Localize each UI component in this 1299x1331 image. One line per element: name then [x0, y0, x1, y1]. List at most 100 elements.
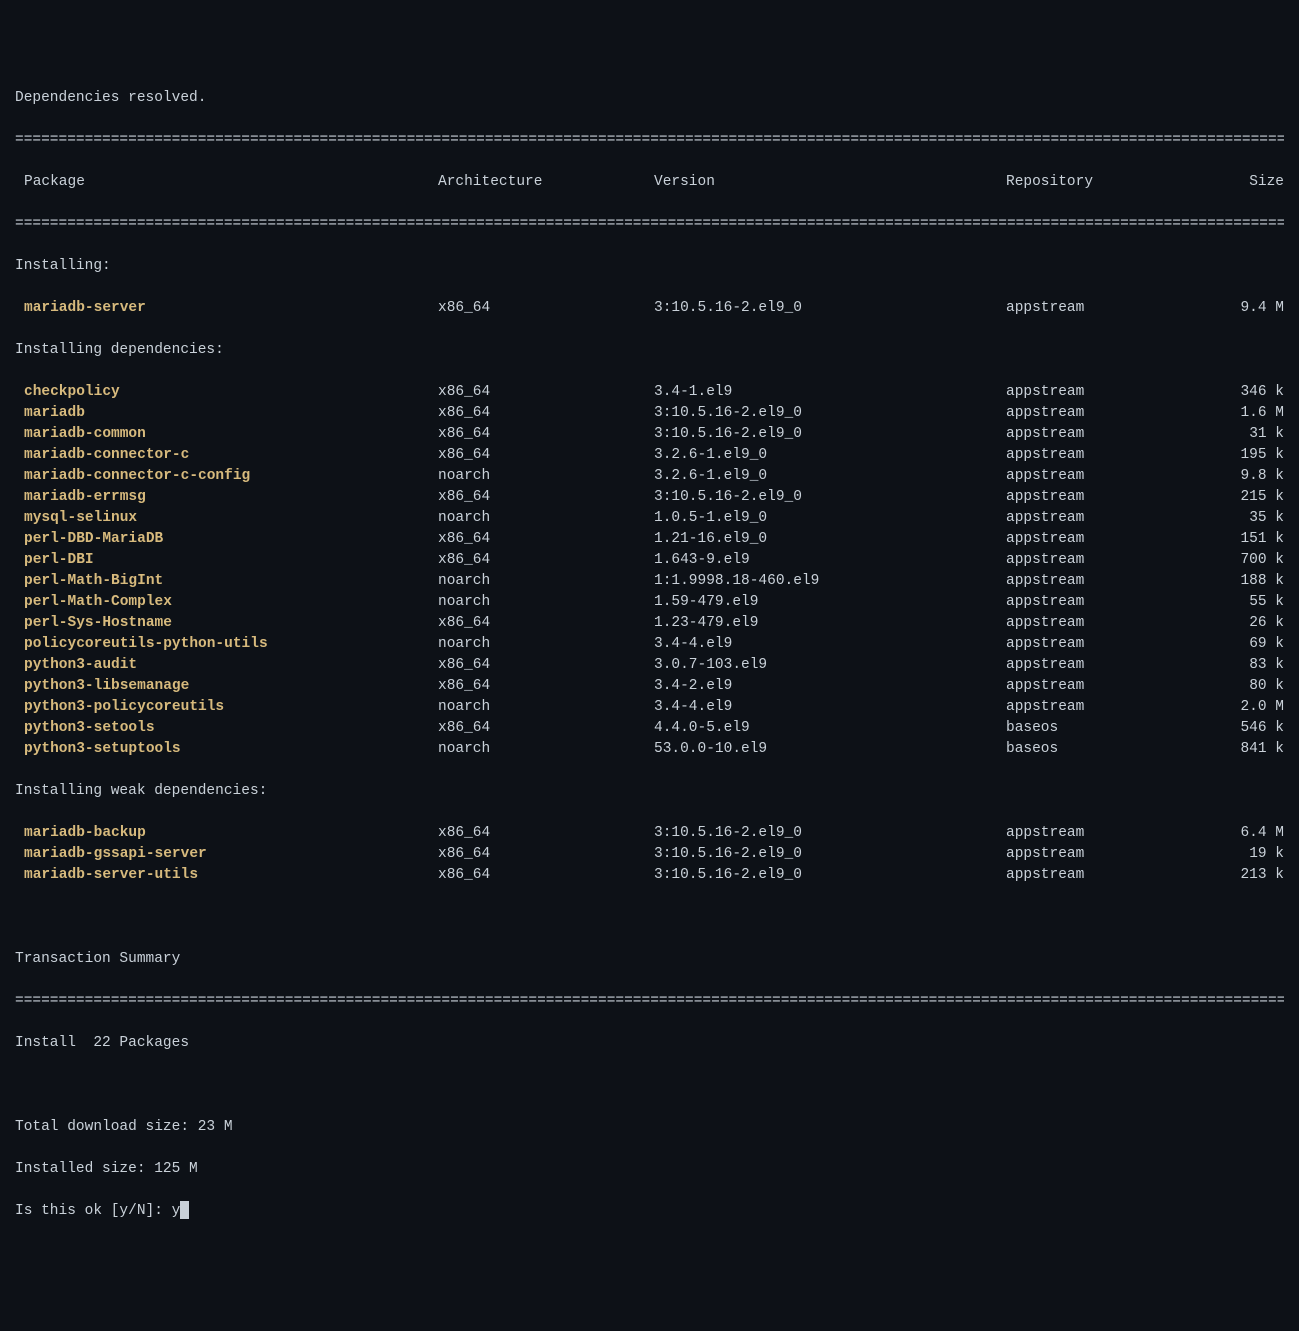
package-name: perl-DBD-MariaDB — [24, 531, 163, 547]
package-name: perl-Sys-Hostname — [24, 615, 172, 631]
package-name: mariadb-gssapi-server — [24, 846, 207, 862]
package-repo: appstream — [1006, 298, 1206, 319]
package-repo: appstream — [1006, 550, 1206, 571]
package-repo: appstream — [1006, 466, 1206, 487]
package-size: 546 k — [1206, 718, 1284, 739]
blank-line — [15, 907, 1284, 928]
package-name: mariadb-server — [24, 300, 146, 316]
package-name: perl-Math-Complex — [24, 594, 172, 610]
package-version: 1:1.9998.18-460.el9 — [654, 571, 1006, 592]
package-arch: x86_64 — [438, 445, 654, 466]
package-version: 3:10.5.16-2.el9_0 — [654, 298, 1006, 319]
package-size: 31 k — [1206, 424, 1284, 445]
package-repo: appstream — [1006, 634, 1206, 655]
package-version: 3.0.7-103.el9 — [654, 655, 1006, 676]
package-size: 55 k — [1206, 592, 1284, 613]
package-version: 4.4.0-5.el9 — [654, 718, 1006, 739]
section-installing-deps: Installing dependencies: — [15, 340, 1284, 361]
package-repo: baseos — [1006, 739, 1206, 760]
package-version: 3:10.5.16-2.el9_0 — [654, 424, 1006, 445]
package-name: mariadb-common — [24, 426, 146, 442]
package-version: 3.4-4.el9 — [654, 634, 1006, 655]
package-repo: appstream — [1006, 508, 1206, 529]
package-version: 1.643-9.el9 — [654, 550, 1006, 571]
package-row: mariadb x86_643:10.5.16-2.el9_0appstream1… — [15, 403, 1284, 424]
package-arch: noarch — [438, 592, 654, 613]
install-count: Install 22 Packages — [15, 1033, 1284, 1054]
package-repo: appstream — [1006, 592, 1206, 613]
package-repo: appstream — [1006, 403, 1206, 424]
package-version: 3:10.5.16-2.el9_0 — [654, 403, 1006, 424]
package-row: python3-setuptoolsnoarch53.0.0-10.el9bas… — [15, 739, 1284, 760]
package-arch: x86_64 — [438, 613, 654, 634]
package-version: 3:10.5.16-2.el9_0 — [654, 487, 1006, 508]
package-row: checkpolicy x86_643.4-1.el9appstream346 k — [15, 382, 1284, 403]
package-row: perl-Math-Complex noarch1.59-479.el9appst… — [15, 592, 1284, 613]
package-size: 1.6 M — [1206, 403, 1284, 424]
package-version: 1.59-479.el9 — [654, 592, 1006, 613]
package-size: 215 k — [1206, 487, 1284, 508]
package-repo: appstream — [1006, 697, 1206, 718]
package-arch: x86_64 — [438, 487, 654, 508]
package-size: 700 k — [1206, 550, 1284, 571]
package-arch: x86_64 — [438, 424, 654, 445]
package-arch: noarch — [438, 508, 654, 529]
section-installing-weak: Installing weak dependencies: — [15, 781, 1284, 802]
divider-header: ========================================… — [15, 214, 1284, 235]
package-size: 83 k — [1206, 655, 1284, 676]
package-size: 346 k — [1206, 382, 1284, 403]
package-row: mariadb-errmsgx86_643:10.5.16-2.el9_0app… — [15, 487, 1284, 508]
package-version: 3:10.5.16-2.el9_0 — [654, 844, 1006, 865]
package-size: 6.4 M — [1206, 823, 1284, 844]
blank-line-2 — [15, 1075, 1284, 1096]
package-arch: x86_64 — [438, 718, 654, 739]
package-arch: x86_64 — [438, 529, 654, 550]
package-name: checkpolicy — [24, 384, 120, 400]
package-row: python3-libsemanagex86_643.4-2.el9appstr… — [15, 676, 1284, 697]
package-arch: x86_64 — [438, 676, 654, 697]
prompt-input[interactable]: y — [172, 1203, 181, 1219]
package-row: python3-setoolsx86_644.4.0-5.el9baseos54… — [15, 718, 1284, 739]
package-version: 1.0.5-1.el9_0 — [654, 508, 1006, 529]
package-row: mariadb-backupx86_643:10.5.16-2.el9_0app… — [15, 823, 1284, 844]
package-size: 9.4 M — [1206, 298, 1284, 319]
package-name: python3-setools — [24, 720, 155, 736]
package-repo: appstream — [1006, 655, 1206, 676]
package-arch: noarch — [438, 571, 654, 592]
package-repo: appstream — [1006, 382, 1206, 403]
col-header-size: Size — [1206, 172, 1284, 193]
package-repo: appstream — [1006, 424, 1206, 445]
package-name: perl-Math-BigInt — [24, 573, 163, 589]
package-size: 69 k — [1206, 634, 1284, 655]
package-size: 19 k — [1206, 844, 1284, 865]
package-version: 3:10.5.16-2.el9_0 — [654, 865, 1006, 886]
package-repo: appstream — [1006, 676, 1206, 697]
package-row: perl-DBIx86_641.643-9.el9appstream700 k — [15, 550, 1284, 571]
transaction-summary-title: Transaction Summary — [15, 949, 1284, 970]
package-name: mariadb — [24, 405, 85, 421]
package-arch: x86_64 — [438, 550, 654, 571]
package-name: mariadb-errmsg — [24, 489, 146, 505]
package-repo: appstream — [1006, 445, 1206, 466]
package-version: 3.4-4.el9 — [654, 697, 1006, 718]
package-version: 3.4-2.el9 — [654, 676, 1006, 697]
package-version: 3:10.5.16-2.el9_0 — [654, 823, 1006, 844]
prompt-text: Is this ok [y/N]: — [15, 1203, 172, 1219]
header-row: Package Architecture Version Repository … — [15, 172, 1284, 193]
package-size: 80 k — [1206, 676, 1284, 697]
package-repo: appstream — [1006, 844, 1206, 865]
package-row: perl-Sys-Hostnamex86_641.23-479.el9appst… — [15, 613, 1284, 634]
package-arch: x86_64 — [438, 403, 654, 424]
package-size: 188 k — [1206, 571, 1284, 592]
package-arch: x86_64 — [438, 382, 654, 403]
package-name: mariadb-server-utils — [24, 867, 198, 883]
package-name: mariadb-connector-c-config — [24, 468, 250, 484]
package-version: 3.2.6-1.el9_0 — [654, 445, 1006, 466]
package-arch: x86_64 — [438, 844, 654, 865]
package-version: 3.4-1.el9 — [654, 382, 1006, 403]
package-size: 213 k — [1206, 865, 1284, 886]
confirm-prompt[interactable]: Is this ok [y/N]: y — [15, 1201, 1284, 1222]
package-row: mariadb-common x86_643:10.5.16-2.el9_0app… — [15, 424, 1284, 445]
package-row: python3-policycoreutilsnoarch3.4-4.el9ap… — [15, 697, 1284, 718]
package-arch: x86_64 — [438, 298, 654, 319]
